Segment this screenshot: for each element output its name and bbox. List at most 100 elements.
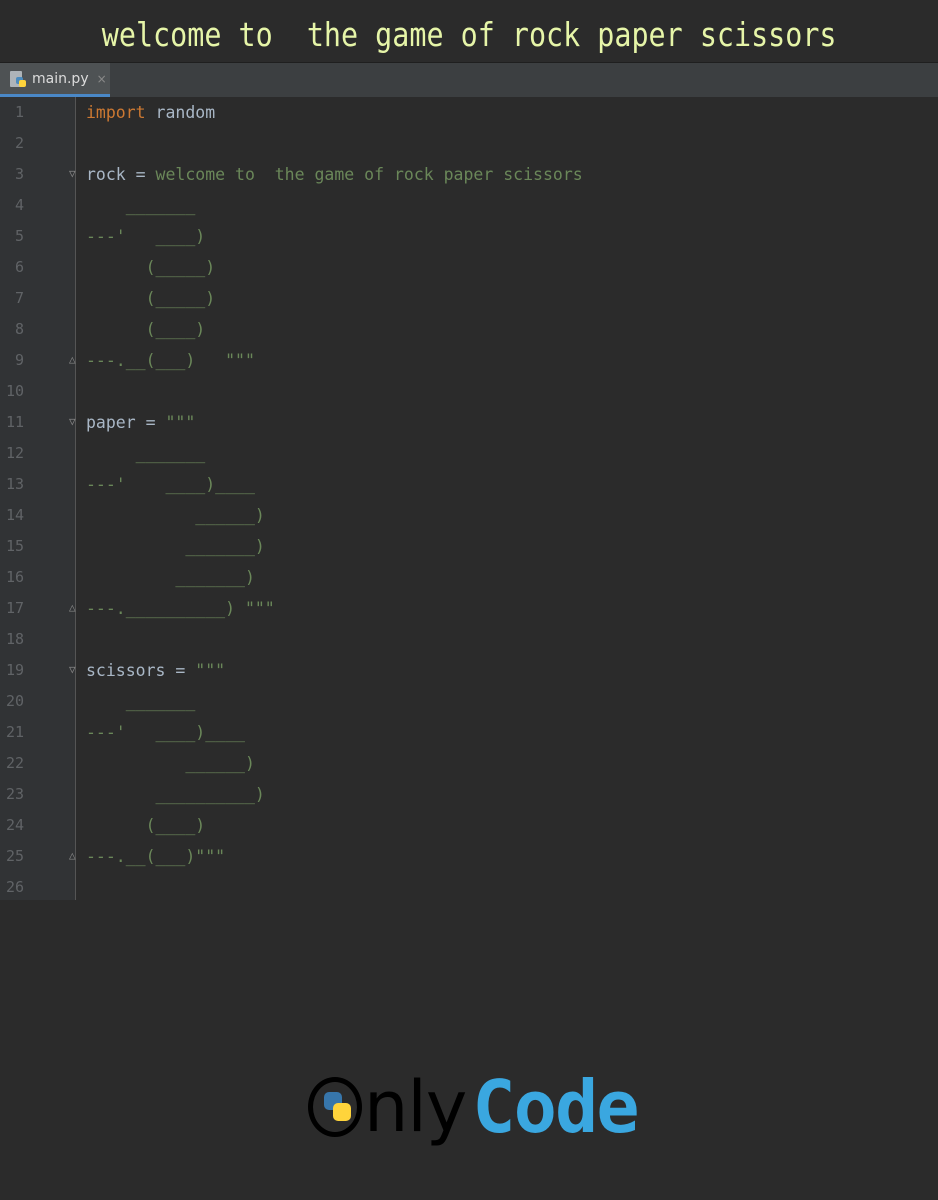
line-number: 4 bbox=[14, 196, 24, 214]
code-line: 7 (_____) bbox=[0, 283, 938, 314]
line-number: 21 bbox=[5, 723, 24, 741]
code-line: 24 (____) bbox=[0, 810, 938, 841]
line-number: 6 bbox=[14, 258, 24, 276]
string-token: ---.__(___)""" bbox=[86, 847, 226, 866]
line-number: 7 bbox=[14, 289, 24, 307]
line-number: 13 bbox=[5, 475, 24, 493]
code-text: (_____) bbox=[86, 283, 216, 314]
line-number: 10 bbox=[5, 382, 24, 400]
code-line: 5 ---' ____) bbox=[0, 221, 938, 252]
string-token: _______) bbox=[86, 537, 265, 556]
editor-tab-bar: main.py × bbox=[0, 63, 938, 98]
line-number: 24 bbox=[5, 816, 24, 834]
code-line: 11 ▽ paper = """ bbox=[0, 407, 938, 438]
code-line: 19 ▽ scissors = """ bbox=[0, 655, 938, 686]
code-text: ---' ____)____ bbox=[86, 469, 255, 500]
line-number: 8 bbox=[14, 320, 24, 338]
string-token: _______ bbox=[86, 692, 196, 711]
line-number: 18 bbox=[5, 630, 24, 648]
code-line: 22 ______) bbox=[0, 748, 938, 779]
code-text: ---.__(___) """ bbox=[86, 345, 255, 376]
code-text: _______ bbox=[86, 190, 196, 221]
code-text: scissors = """ bbox=[86, 655, 225, 686]
empty-area bbox=[0, 900, 938, 1200]
string-token: (_____) bbox=[86, 258, 216, 277]
code-text: __________) bbox=[86, 779, 265, 810]
banner: welcome to the game of rock paper scisso… bbox=[0, 0, 938, 63]
code-line: 6 (_____) bbox=[0, 252, 938, 283]
code-editor[interactable]: 1 import random 2 3 ▽ rock = welcome to the g… bbox=[0, 97, 938, 900]
line-number: 3 bbox=[14, 165, 24, 183]
string-token: ---.__________) """ bbox=[86, 599, 275, 618]
fold-open-icon[interactable]: ▽ bbox=[69, 416, 79, 428]
code-text: paper = """ bbox=[86, 407, 195, 438]
code-line: 2 bbox=[0, 128, 938, 159]
line-number: 5 bbox=[14, 227, 24, 245]
code-text: _______ bbox=[86, 438, 206, 469]
string-token: """ bbox=[195, 661, 226, 680]
line-number: 1 bbox=[14, 103, 24, 121]
code-text: (____) bbox=[86, 810, 206, 841]
code-line: 4 _______ bbox=[0, 190, 938, 221]
identifier-token: paper = bbox=[86, 413, 166, 432]
banner-title: welcome to the game of rock paper scisso… bbox=[101, 14, 837, 54]
string-token: ______) bbox=[86, 506, 265, 525]
fold-open-icon[interactable]: ▽ bbox=[69, 664, 79, 676]
string-token: ---' ____)____ bbox=[86, 475, 255, 494]
code-line: 14 ______) bbox=[0, 500, 938, 531]
code-line: 13 ---' ____)____ bbox=[0, 469, 938, 500]
code-line: 20 _______ bbox=[0, 686, 938, 717]
string-token: __________) bbox=[86, 785, 265, 804]
code-text: _______ bbox=[86, 686, 196, 717]
string-token: welcome to the game of rock paper scisso… bbox=[155, 165, 583, 184]
identifier-token: rock = bbox=[86, 165, 156, 184]
code-line: 3 ▽ rock = welcome to the game of rock pap… bbox=[0, 159, 938, 190]
fold-open-icon[interactable]: ▽ bbox=[69, 168, 79, 180]
string-token: (____) bbox=[86, 320, 206, 339]
string-token: ---.__(___) """ bbox=[86, 351, 255, 370]
code-line: 17 △ ---.__________) """ bbox=[0, 593, 938, 624]
string-token: ---' ____) bbox=[86, 227, 206, 246]
code-line: 1 import random bbox=[0, 97, 938, 128]
logo-text-only: nly bbox=[364, 1066, 467, 1148]
code-line: 21 ---' ____)____ bbox=[0, 717, 938, 748]
line-number: 14 bbox=[5, 506, 24, 524]
code-text: rock = welcome to the game of rock paper… bbox=[86, 159, 583, 190]
code-line: 16 _______) bbox=[0, 562, 938, 593]
code-text: (_____) bbox=[86, 252, 216, 283]
line-number: 17 bbox=[5, 599, 24, 617]
code-line: 23 __________) bbox=[0, 779, 938, 810]
code-text: (____) bbox=[86, 314, 206, 345]
code-text: ---' ____)____ bbox=[86, 717, 245, 748]
code-text: _______) bbox=[86, 562, 255, 593]
python-file-icon bbox=[10, 70, 26, 87]
code-line: 25 △ ---.__(___)""" bbox=[0, 841, 938, 872]
string-token: """ bbox=[165, 413, 196, 432]
string-token: _______ bbox=[86, 196, 196, 215]
string-token: (_____) bbox=[86, 289, 216, 308]
string-token: (____) bbox=[86, 816, 206, 835]
code-line: 12 _______ bbox=[0, 438, 938, 469]
line-number: 12 bbox=[5, 444, 24, 462]
line-number: 11 bbox=[5, 413, 24, 431]
code-line: 10 bbox=[0, 376, 938, 407]
line-number: 19 bbox=[5, 661, 24, 679]
tab-main-py[interactable]: main.py × bbox=[0, 63, 110, 97]
string-token: _______ bbox=[86, 444, 206, 463]
code-line: 26 bbox=[0, 872, 938, 903]
close-icon[interactable]: × bbox=[97, 72, 107, 86]
code-text: ---.__________) """ bbox=[86, 593, 275, 624]
logo-text-code: Code bbox=[472, 1065, 639, 1149]
code-text: ---' ____) bbox=[86, 221, 205, 252]
python-logo-icon bbox=[308, 1077, 362, 1137]
identifier-token: scissors = bbox=[86, 661, 196, 680]
line-number: 15 bbox=[5, 537, 24, 555]
keyword-token: import bbox=[86, 103, 146, 122]
fold-close-icon[interactable]: △ bbox=[69, 850, 79, 862]
onlycode-logo: nly Code bbox=[308, 1062, 640, 1152]
fold-close-icon[interactable]: △ bbox=[69, 602, 79, 614]
fold-close-icon[interactable]: △ bbox=[69, 354, 79, 366]
code-line: 15 _______) bbox=[0, 531, 938, 562]
line-number: 20 bbox=[5, 692, 24, 710]
string-token: _______) bbox=[86, 568, 255, 587]
